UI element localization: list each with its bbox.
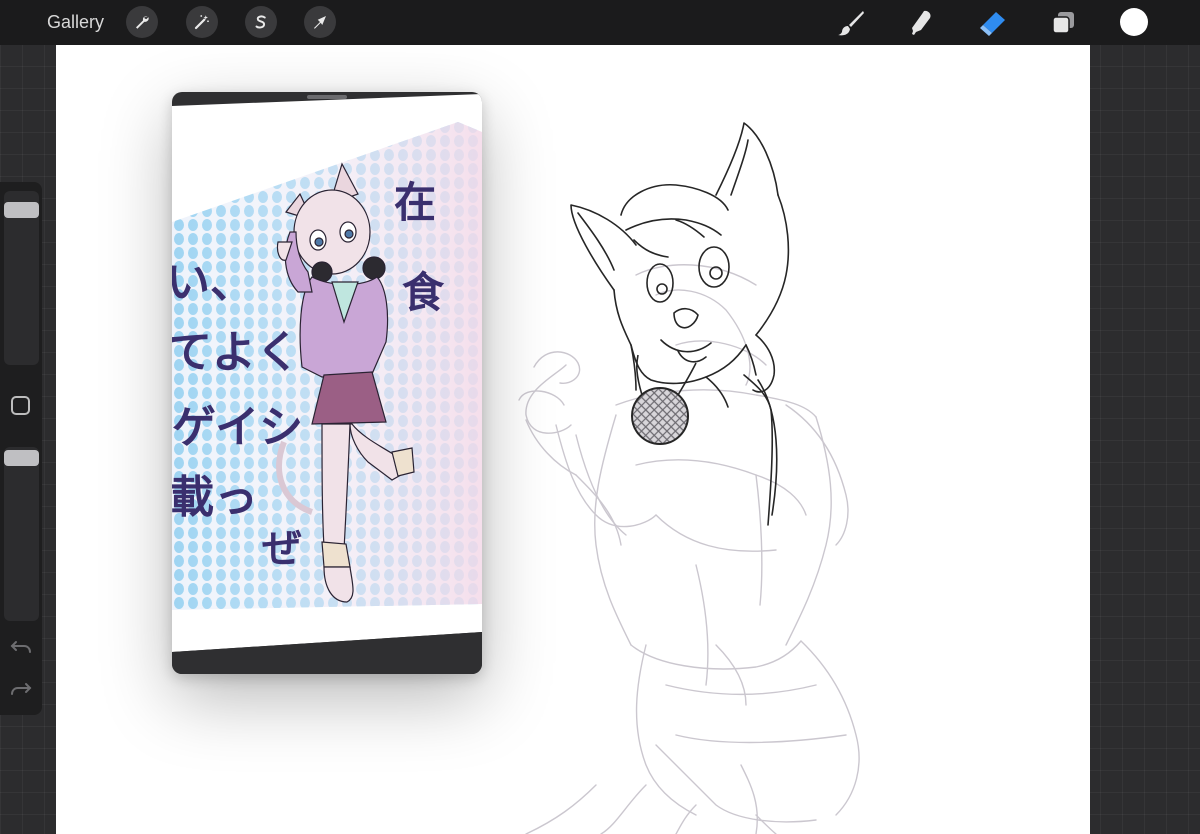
redo-icon bbox=[11, 683, 32, 695]
magic-wand-icon bbox=[194, 15, 209, 30]
wrench-icon bbox=[136, 16, 149, 29]
brush-size-slider[interactable] bbox=[4, 191, 39, 365]
gallery-button[interactable]: Gallery bbox=[47, 11, 104, 33]
redo-button[interactable] bbox=[10, 678, 32, 700]
color-picker-button[interactable] bbox=[1120, 8, 1148, 36]
smudge-button[interactable] bbox=[904, 6, 938, 40]
brush-icon bbox=[838, 11, 864, 36]
jp-text-4: 載っ bbox=[172, 472, 258, 523]
left-sidebar bbox=[0, 182, 42, 715]
eraser-icon bbox=[980, 12, 1005, 36]
actions-button[interactable] bbox=[126, 6, 158, 38]
jp-text-7: 食 bbox=[402, 268, 445, 317]
undo-button[interactable] bbox=[10, 636, 32, 658]
modify-button[interactable] bbox=[11, 396, 30, 415]
layers-icon bbox=[1052, 12, 1074, 34]
smudge-icon bbox=[912, 10, 931, 36]
jp-text-5: ぜ bbox=[262, 525, 302, 572]
jp-text-2: てよく bbox=[172, 327, 300, 378]
selection-s-icon bbox=[255, 15, 266, 29]
reference-window[interactable]: い、 てよく ゲイシ 載っ ぜ 在 食 bbox=[172, 92, 482, 674]
jp-text-6: 在 bbox=[394, 178, 436, 227]
paint-brush-button[interactable] bbox=[834, 6, 868, 40]
reference-drag-handle[interactable] bbox=[307, 95, 347, 99]
opacity-slider[interactable] bbox=[4, 447, 39, 621]
reference-image: い、 てよく ゲイシ 載っ ぜ 在 食 bbox=[172, 94, 482, 674]
arrow-cursor-icon bbox=[314, 16, 326, 29]
brush-size-thumb[interactable] bbox=[4, 201, 39, 218]
adjustments-button[interactable] bbox=[186, 6, 218, 38]
jp-text-1: い、 bbox=[172, 257, 254, 308]
layers-button[interactable] bbox=[1047, 6, 1081, 40]
top-toolbar: Gallery bbox=[0, 0, 1200, 45]
undo-icon bbox=[10, 641, 31, 653]
eraser-button[interactable] bbox=[975, 6, 1009, 40]
opacity-thumb[interactable] bbox=[4, 450, 39, 466]
transform-button[interactable] bbox=[304, 6, 336, 38]
selection-button[interactable] bbox=[245, 6, 277, 38]
